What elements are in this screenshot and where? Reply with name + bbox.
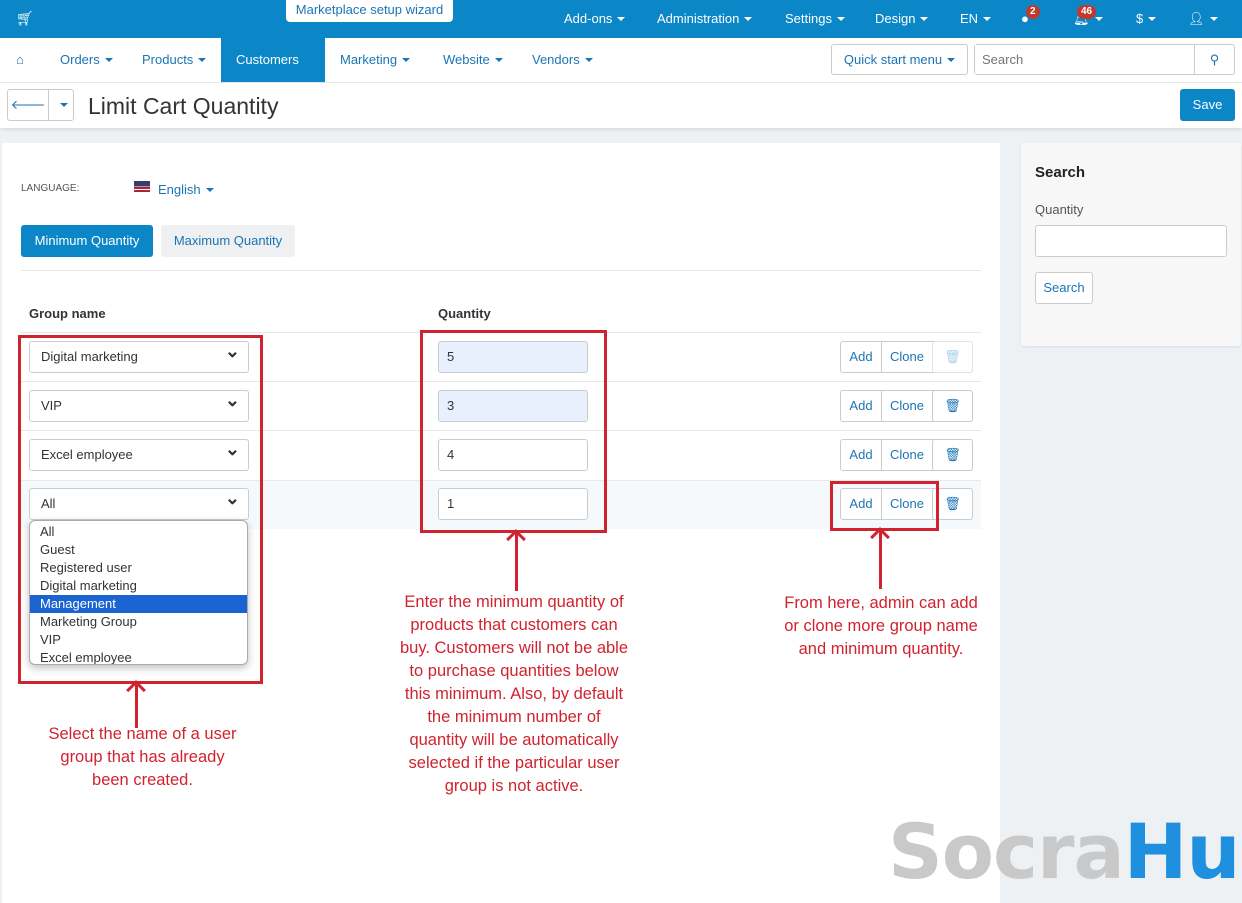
- add-button[interactable]: Add: [841, 440, 882, 470]
- annotation-arrow: [135, 684, 138, 728]
- socrahub-watermark-logo: SocraHub: [888, 807, 1242, 896]
- quantity-search-input[interactable]: [1035, 225, 1227, 257]
- clone-button[interactable]: Clone: [882, 342, 932, 372]
- back-button-group: 🡐: [7, 89, 74, 121]
- annotation-buttons-text: From here, admin can add or clone more g…: [784, 594, 978, 658]
- annotation-box-buttons: [830, 481, 939, 531]
- tab-minimum-quantity[interactable]: Minimum Quantity: [21, 225, 153, 257]
- header-group-name: Group name: [29, 306, 106, 321]
- nav-website[interactable]: Website: [443, 38, 503, 82]
- annotation-arrow: [879, 531, 882, 589]
- search-input[interactable]: [975, 45, 1190, 74]
- back-arrow-icon[interactable]: 🡐: [8, 90, 48, 120]
- nav-orders[interactable]: Orders: [60, 38, 113, 82]
- header-quantity: Quantity: [438, 306, 491, 321]
- us-flag-icon: [134, 181, 150, 192]
- annotation-group-text: Select the name of a user group that has…: [48, 725, 237, 789]
- add-button[interactable]: Add: [841, 342, 882, 372]
- global-search: ⚲: [974, 44, 1235, 75]
- quantity-label: Quantity: [1035, 202, 1084, 217]
- help-badge: 2: [1026, 5, 1040, 19]
- clone-button[interactable]: Clone: [882, 440, 932, 470]
- sidebar-search-button[interactable]: Search: [1035, 272, 1093, 304]
- clone-button[interactable]: Clone: [882, 391, 932, 421]
- search-icon[interactable]: ⚲: [1194, 45, 1234, 74]
- user-icon[interactable]: 👤︎: [1188, 0, 1218, 38]
- delete-icon[interactable]: 🗑︎: [932, 439, 973, 471]
- annotation-arrow: [515, 533, 518, 591]
- add-button[interactable]: Add: [841, 391, 882, 421]
- notification-badge: 46: [1077, 5, 1097, 19]
- tab-maximum-quantity[interactable]: Maximum Quantity: [161, 225, 295, 257]
- annotation-box-quantity: [420, 330, 607, 533]
- marketplace-wizard-button[interactable]: Marketplace setup wizard: [286, 0, 453, 22]
- topnav-settings[interactable]: Settings: [785, 0, 845, 38]
- language-label: LANGUAGE:: [21, 183, 80, 194]
- delete-icon: 🗑︎: [932, 341, 973, 373]
- cart-icon[interactable]: 🛒︎: [16, 0, 34, 38]
- currency-menu[interactable]: $: [1136, 0, 1156, 38]
- nav-customers[interactable]: Customers: [221, 38, 325, 82]
- nav-marketing[interactable]: Marketing: [340, 38, 410, 82]
- annotation-quantity-text: Enter the minimum quantity of products t…: [399, 593, 629, 795]
- topnav-design[interactable]: Design: [875, 0, 928, 38]
- delete-icon[interactable]: 🗑︎: [932, 390, 973, 422]
- language-select[interactable]: English: [158, 182, 214, 197]
- home-icon[interactable]: ⌂: [16, 38, 24, 82]
- sidebar-title: Search: [1035, 164, 1086, 181]
- topnav-administration[interactable]: Administration: [657, 0, 752, 38]
- page-title: Limit Cart Quantity: [88, 93, 279, 119]
- nav-vendors[interactable]: Vendors: [532, 38, 593, 82]
- quick-start-menu[interactable]: Quick start menu: [831, 44, 968, 75]
- divider: [21, 270, 981, 271]
- topnav-language[interactable]: EN: [960, 0, 991, 38]
- nav-products[interactable]: Products: [142, 38, 206, 82]
- annotation-box-group: [18, 335, 263, 684]
- topnav-addons[interactable]: Add-ons: [564, 0, 625, 38]
- save-button[interactable]: Save: [1180, 89, 1235, 121]
- history-dropdown[interactable]: [48, 90, 73, 120]
